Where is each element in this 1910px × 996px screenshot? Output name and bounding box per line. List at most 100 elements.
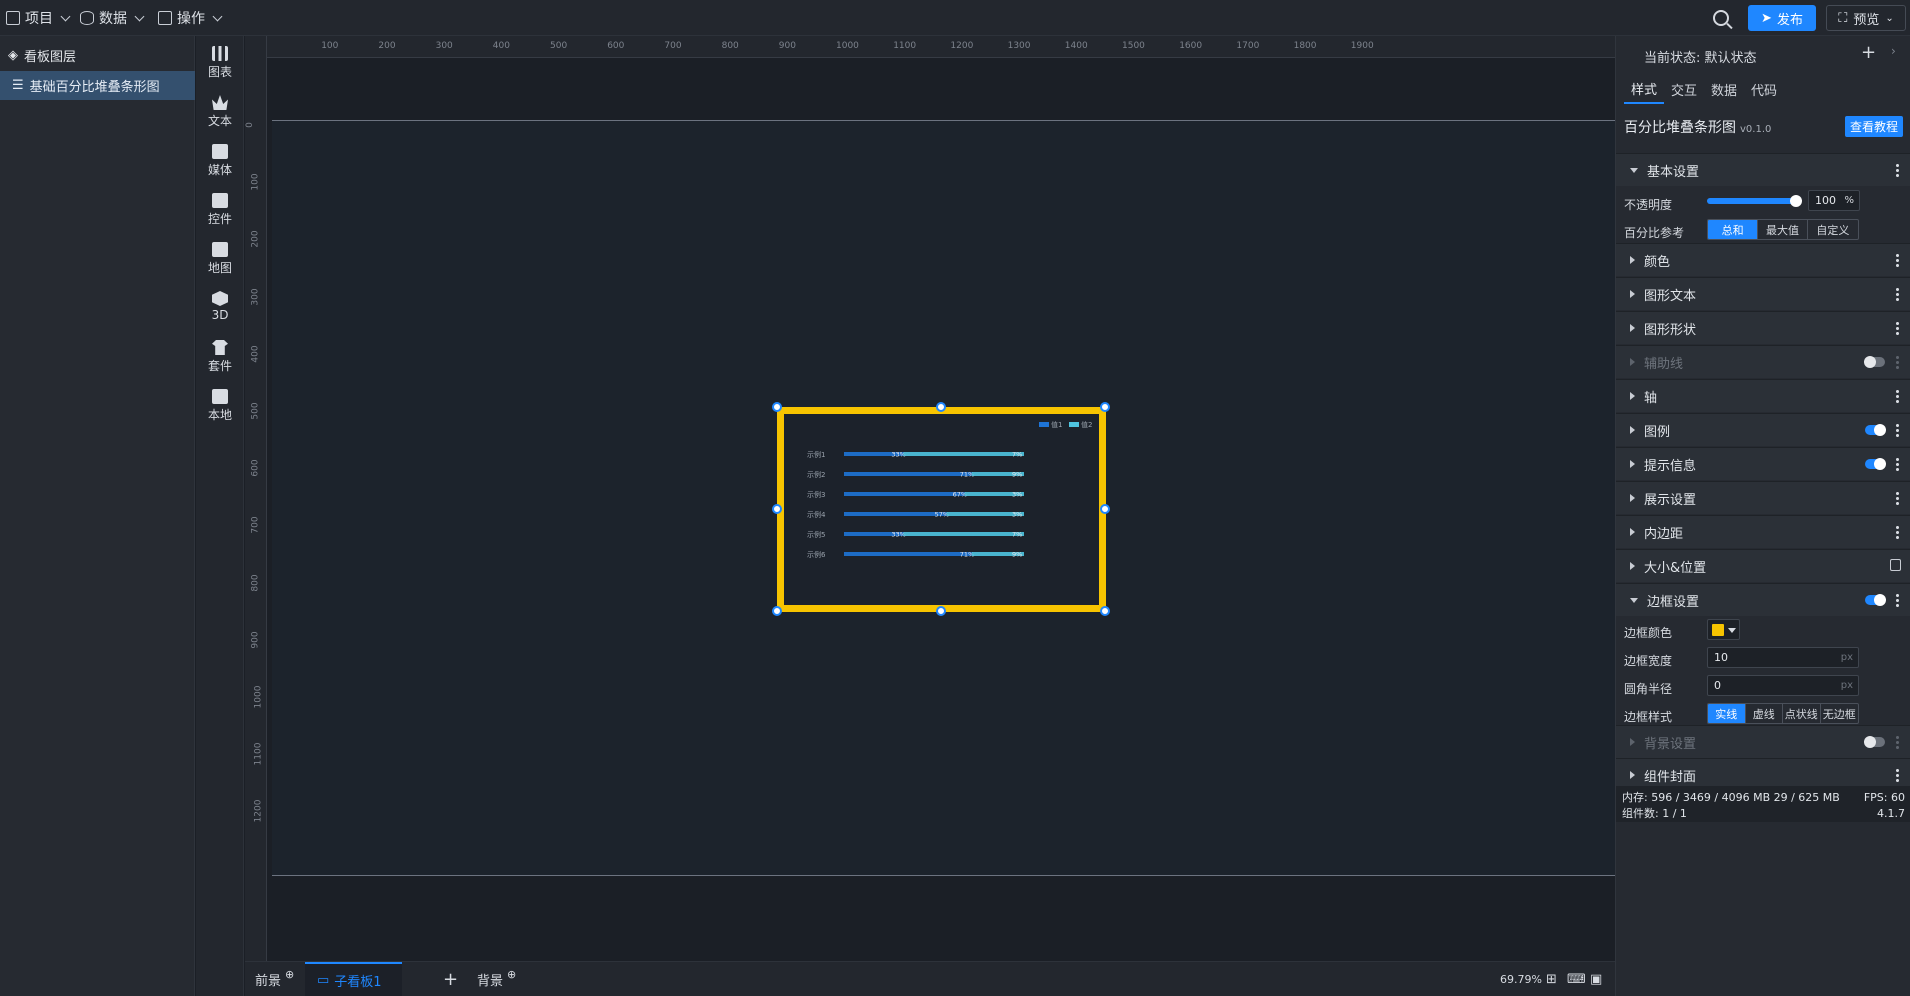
kebab-menu-icon[interactable] xyxy=(1896,389,1899,403)
add-circle-icon[interactable]: ⊕ xyxy=(285,968,294,981)
resize-handle-e[interactable] xyxy=(1100,504,1110,514)
resize-handle-s[interactable] xyxy=(936,606,946,616)
tool-suite[interactable]: 套件 xyxy=(196,340,244,374)
tab-subboard[interactable]: ▭ 子看板1 xyxy=(305,962,402,996)
lock-icon[interactable] xyxy=(1890,559,1901,571)
percent-ref-sum[interactable]: 总和 xyxy=(1708,220,1759,239)
guideline-toggle[interactable] xyxy=(1864,356,1885,368)
opacity-slider[interactable] xyxy=(1707,195,1802,207)
terminal-icon[interactable]: ▣ xyxy=(1590,962,1602,996)
tooltip-toggle[interactable] xyxy=(1865,458,1886,470)
bar-segment xyxy=(844,492,965,496)
resize-handle-w[interactable] xyxy=(772,504,782,514)
tool-text[interactable]: 文本 xyxy=(196,95,244,129)
section-basic-settings[interactable]: 基本设置 xyxy=(1616,153,1910,186)
section-background-settings[interactable]: 背景设置 xyxy=(1616,725,1910,758)
resize-handle-n[interactable] xyxy=(936,402,946,412)
section-legend[interactable]: 图例 xyxy=(1616,413,1910,446)
border-style-none[interactable]: 无边框 xyxy=(1821,704,1858,723)
border-style-solid[interactable]: 实线 xyxy=(1708,704,1746,723)
section-padding[interactable]: 内边距 xyxy=(1616,515,1910,548)
zoom-level[interactable]: 69.79% xyxy=(1500,962,1542,996)
publish-button[interactable]: ➤ 发布 xyxy=(1748,5,1816,31)
ruler-tick-label: 1200 xyxy=(950,41,974,51)
tool-media[interactable]: 媒体 xyxy=(196,144,244,178)
cube-icon xyxy=(212,291,228,306)
kebab-menu-icon[interactable] xyxy=(1896,287,1899,301)
kebab-menu-icon[interactable] xyxy=(1896,423,1899,437)
section-color[interactable]: 颜色 xyxy=(1616,243,1910,276)
menu-operation[interactable]: 操作 xyxy=(158,0,223,36)
ruler-tick-label: 1200 xyxy=(253,799,264,823)
legend-toggle[interactable] xyxy=(1865,424,1886,436)
section-label: 展示设置 xyxy=(1644,492,1697,508)
resize-handle-ne[interactable] xyxy=(1100,402,1110,412)
border-style-label: 边框样式 xyxy=(1624,710,1673,724)
fit-screen-icon[interactable]: ⊞ xyxy=(1546,962,1557,996)
section-tooltip[interactable]: 提示信息 xyxy=(1616,447,1910,480)
kebab-menu-icon[interactable] xyxy=(1896,768,1899,782)
section-border-settings[interactable]: 边框设置 xyxy=(1616,583,1910,616)
ruler-tick-label: 1900 xyxy=(1350,41,1374,51)
section-shape-text[interactable]: 图形文本 xyxy=(1616,277,1910,310)
section-size-position[interactable]: 大小&位置 xyxy=(1616,549,1910,582)
preview-button[interactable]: ⛶ 预览 ⌄ xyxy=(1826,5,1906,31)
tab-foreground[interactable]: 前景 ⊕ xyxy=(255,962,294,996)
caret-right-icon xyxy=(1630,460,1635,468)
section-shape[interactable]: 图形形状 xyxy=(1616,311,1910,344)
tab-interaction[interactable]: 交互 xyxy=(1664,74,1704,104)
resize-handle-sw[interactable] xyxy=(772,606,782,616)
border-width-input[interactable]: 10 px xyxy=(1707,647,1859,668)
opacity-input[interactable]: 100 % xyxy=(1808,190,1860,211)
kebab-menu-icon[interactable] xyxy=(1896,321,1899,335)
kebab-menu-icon[interactable] xyxy=(1896,253,1899,267)
kebab-menu-icon[interactable] xyxy=(1896,457,1899,471)
tool-map[interactable]: 地图 xyxy=(196,242,244,276)
opacity-slider-thumb[interactable] xyxy=(1790,195,1802,207)
tutorial-button[interactable]: 查看教程 xyxy=(1845,116,1903,137)
section-axis[interactable]: 轴 xyxy=(1616,379,1910,412)
resize-handle-se[interactable] xyxy=(1100,606,1110,616)
border-color-picker[interactable] xyxy=(1707,619,1740,640)
kebab-menu-icon[interactable] xyxy=(1896,355,1899,369)
border-toggle[interactable] xyxy=(1865,594,1886,606)
state-indicator[interactable]: 当前状态: 默认状态 xyxy=(1644,47,1757,66)
kebab-menu-icon[interactable] xyxy=(1896,163,1899,177)
kebab-menu-icon[interactable] xyxy=(1896,491,1899,505)
tool-control[interactable]: 控件 xyxy=(196,193,244,227)
tab-background[interactable]: 背景 ⊕ xyxy=(477,962,516,996)
tab-style[interactable]: 样式 xyxy=(1624,74,1664,104)
section-guideline[interactable]: 辅助线 xyxy=(1616,345,1910,378)
bar-segment xyxy=(903,452,1024,456)
percent-ref-custom[interactable]: 自定义 xyxy=(1808,220,1858,239)
tool-chart[interactable]: 图表 xyxy=(196,46,244,80)
background-toggle[interactable] xyxy=(1864,736,1885,748)
send-icon: ➤ xyxy=(1761,10,1772,26)
plus-icon[interactable]: + xyxy=(1861,42,1876,63)
menu-project[interactable]: 项目 xyxy=(6,0,71,36)
kebab-menu-icon[interactable] xyxy=(1896,593,1899,607)
layer-item[interactable]: ☰ 基础百分比堆叠条形图 xyxy=(0,71,195,100)
category-label: 示例3 xyxy=(807,490,825,499)
tool-3d[interactable]: 3D xyxy=(196,291,244,322)
legend-label: 值2 xyxy=(1081,420,1092,429)
radius-input[interactable]: 0 px xyxy=(1707,675,1859,696)
kebab-menu-icon[interactable] xyxy=(1896,735,1899,749)
chart-widget[interactable]: 值1 值2 示例1 33% 7% 示例2 71% 9% 示例3 67% 3% 示例4 57% 3% 示例5 3… xyxy=(777,407,1106,612)
menu-data[interactable]: 数据 xyxy=(80,0,145,36)
tool-local[interactable]: 本地 xyxy=(196,389,244,423)
tab-code[interactable]: 代码 xyxy=(1744,74,1784,104)
add-circle-icon[interactable]: ⊕ xyxy=(507,968,516,981)
border-style-dotted[interactable]: 点状线 xyxy=(1783,704,1821,723)
border-style-dashed[interactable]: 虚线 xyxy=(1746,704,1783,723)
tab-data[interactable]: 数据 xyxy=(1704,74,1744,104)
section-display[interactable]: 展示设置 xyxy=(1616,481,1910,514)
kebab-menu-icon[interactable] xyxy=(1896,525,1899,539)
percent-ref-max[interactable]: 最大值 xyxy=(1758,220,1808,239)
radius-value: 0 xyxy=(1714,679,1721,692)
add-tab-button[interactable]: + xyxy=(443,962,458,996)
chevron-right-icon[interactable]: › xyxy=(1891,44,1896,58)
resize-handle-nw[interactable] xyxy=(772,402,782,412)
keyboard-icon[interactable]: ⌨ xyxy=(1567,962,1586,996)
search-icon[interactable] xyxy=(1713,10,1729,26)
